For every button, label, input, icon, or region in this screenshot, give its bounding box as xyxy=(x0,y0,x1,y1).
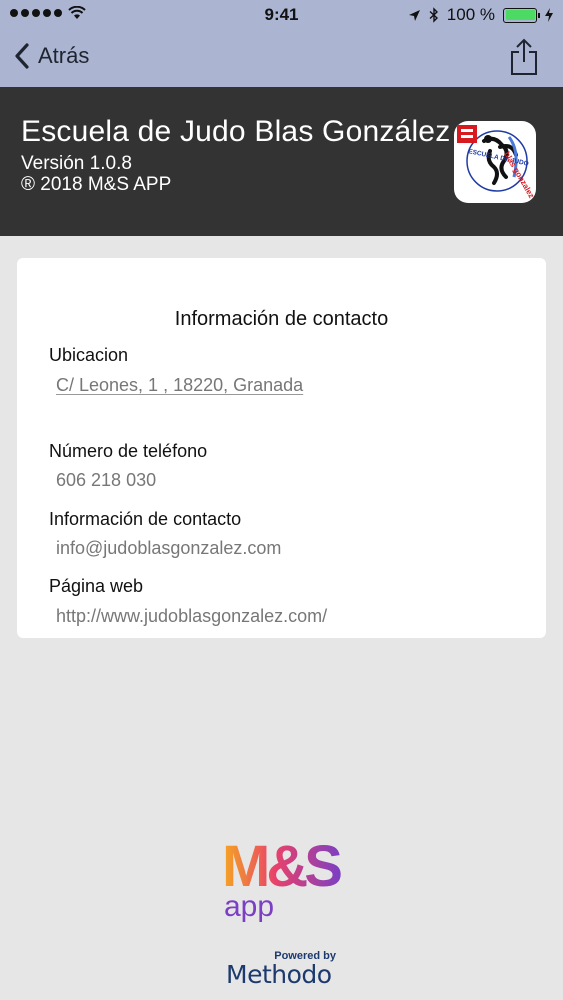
contact-card-title: Información de contacto xyxy=(174,308,389,330)
back-button[interactable]: Atrás xyxy=(14,42,89,70)
status-right: 100 % xyxy=(408,5,553,25)
status-bar: 9:41 100 % xyxy=(0,0,563,30)
back-label: Atrás xyxy=(38,43,90,68)
phone-value[interactable]: 606 218 030 xyxy=(56,470,156,491)
share-button[interactable] xyxy=(509,38,539,76)
ms-app-logo: M&S app xyxy=(222,830,347,923)
charging-bolt-icon xyxy=(545,8,553,22)
location-link[interactable]: C/ Leones, 1 , 18220, Granada xyxy=(56,375,303,396)
school-title: Escuela de Judo Blas González xyxy=(21,115,451,148)
web-label: Página web xyxy=(49,576,144,596)
school-logo: ESCUELA DE JUDO blas gonzalez xyxy=(454,121,536,203)
email-label: Información de contacto xyxy=(49,509,242,529)
bluetooth-icon xyxy=(429,7,438,23)
app-version: Versión 1.0.8 xyxy=(21,153,132,174)
location-arrow-icon xyxy=(408,9,420,21)
battery-icon xyxy=(503,7,540,23)
nav-bar: Atrás xyxy=(0,30,563,87)
share-icon xyxy=(511,38,537,75)
ms-app-text: app xyxy=(224,890,274,922)
web-value[interactable]: http://www.judoblasgonzalez.com/ xyxy=(56,606,327,627)
chevron-left-icon xyxy=(15,43,29,69)
app-copyright: ® 2018 M&S APP xyxy=(21,174,172,195)
top-bar: 9:41 100 % Atrás xyxy=(0,0,563,87)
location-label: Ubicacion xyxy=(49,345,129,365)
contact-card: Información de contacto Ubicacion C/ Leo… xyxy=(17,258,546,638)
methodo-brand: Methodo xyxy=(226,960,332,989)
battery-percent: 100 % xyxy=(446,5,495,24)
powered-by-logo: Powered by Methodo xyxy=(222,950,342,995)
logo-top-text: ESCUELA DE JUDO xyxy=(468,148,530,168)
logo-side-text: blas gonzalez xyxy=(502,150,536,200)
phone-label: Número de teléfono xyxy=(49,441,208,461)
email-value[interactable]: info@judoblasgonzalez.com xyxy=(56,538,281,559)
